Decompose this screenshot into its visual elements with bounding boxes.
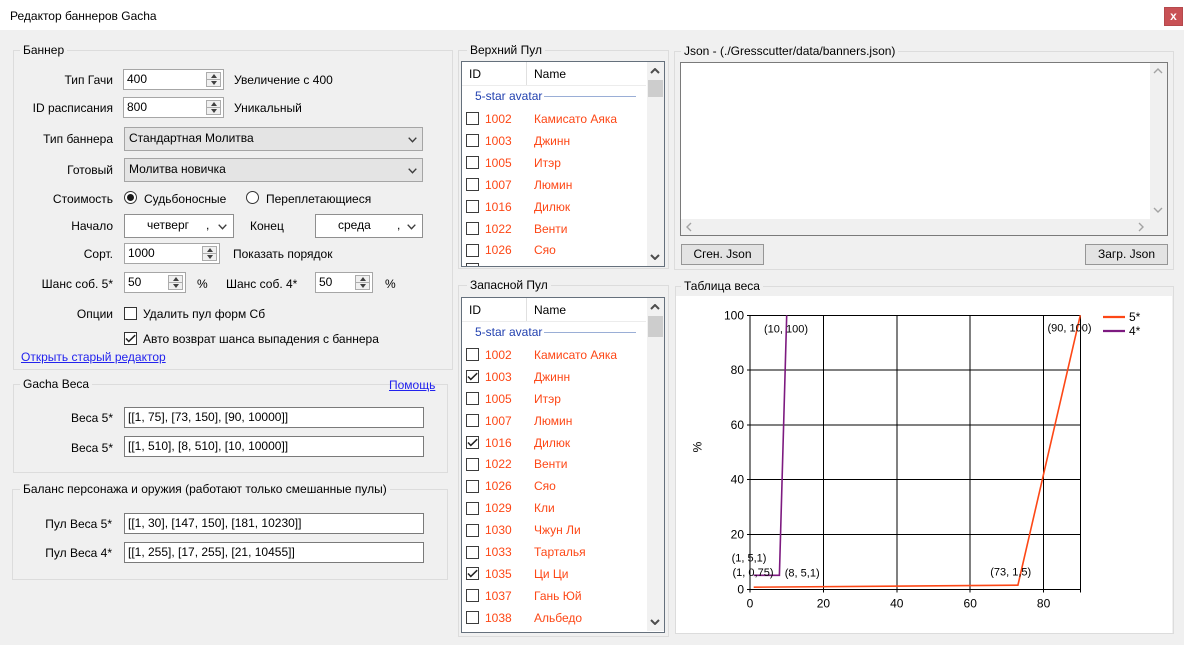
svg-text:20: 20 <box>817 597 831 611</box>
svg-text:(90, 100): (90, 100) <box>1047 323 1091 335</box>
svg-text:80: 80 <box>1037 597 1051 611</box>
svg-text:5*: 5* <box>1129 310 1141 324</box>
svg-text:%: % <box>691 441 705 452</box>
svg-text:80: 80 <box>731 363 745 377</box>
svg-text:100: 100 <box>724 308 744 322</box>
svg-text:20: 20 <box>731 528 745 542</box>
svg-text:(1, 0,75): (1, 0,75) <box>733 567 774 579</box>
svg-text:0: 0 <box>737 582 744 596</box>
svg-text:0: 0 <box>747 597 754 611</box>
svg-text:60: 60 <box>964 597 978 611</box>
svg-text:60: 60 <box>731 418 745 432</box>
svg-text:40: 40 <box>890 597 904 611</box>
svg-text:4*: 4* <box>1129 324 1141 338</box>
svg-text:(73, 1,5): (73, 1,5) <box>990 566 1031 578</box>
svg-text:(1, 5,1): (1, 5,1) <box>732 553 767 565</box>
svg-text:(8, 5,1): (8, 5,1) <box>785 568 820 580</box>
svg-text:(10, 100): (10, 100) <box>764 324 808 336</box>
svg-text:40: 40 <box>731 473 745 487</box>
